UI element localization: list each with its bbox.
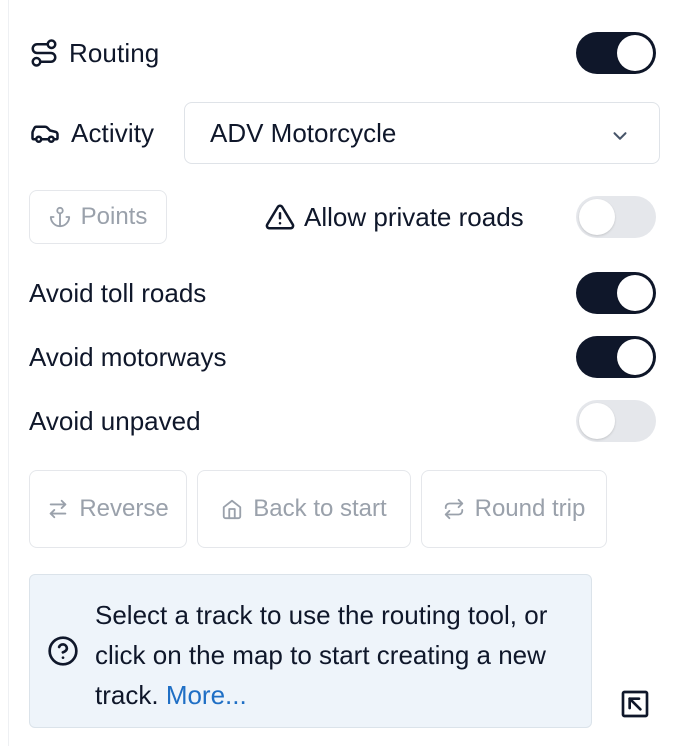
points-button[interactable]: Points <box>29 190 167 244</box>
more-link[interactable]: More... <box>166 680 247 710</box>
swap-icon <box>47 498 69 520</box>
activity-select[interactable]: ADV Motorcycle <box>184 102 660 164</box>
avoid-toll-row: Avoid toll roads <box>29 272 656 314</box>
back-to-start-label: Back to start <box>253 495 387 522</box>
reverse-label: Reverse <box>79 495 169 522</box>
back-to-start-button[interactable]: Back to start <box>197 470 411 548</box>
routing-toggle[interactable] <box>576 32 656 74</box>
avoid-toll-toggle[interactable] <box>576 272 656 314</box>
home-icon <box>221 498 243 520</box>
routing-row: Routing <box>29 32 656 74</box>
activity-label: Activity <box>71 117 155 148</box>
avoid-motorways-toggle[interactable] <box>576 336 656 378</box>
chevron-down-icon <box>609 123 631 154</box>
round-trip-label: Round trip <box>474 495 586 522</box>
avoid-unpaved-toggle[interactable] <box>576 400 656 442</box>
collapse-arrow-icon[interactable] <box>619 688 651 720</box>
allow-private-toggle[interactable] <box>576 196 656 238</box>
allow-private-label: Allow private roads <box>304 201 524 232</box>
info-text-block: Select a track to use the routing tool, … <box>95 595 585 715</box>
allow-private-row: Allow private roads <box>265 196 524 238</box>
reverse-button[interactable]: Reverse <box>29 470 187 548</box>
route-icon <box>29 38 59 68</box>
avoid-unpaved-label: Avoid unpaved <box>29 405 201 436</box>
help-circle-icon <box>47 635 79 667</box>
avoid-toll-label: Avoid toll roads <box>29 277 207 308</box>
activity-selected-value: ADV Motorcycle <box>210 117 397 148</box>
avoid-motorways-label: Avoid motorways <box>29 341 227 372</box>
avoid-motorways-row: Avoid motorways <box>29 336 656 378</box>
points-label: Points <box>80 203 148 230</box>
warning-icon <box>265 202 295 232</box>
info-text: Select a track to use the routing tool, … <box>95 600 548 710</box>
routing-panel: Routing Activity ADV Motorcycle Points A… <box>8 0 678 746</box>
car-icon <box>29 118 61 148</box>
avoid-unpaved-row: Avoid unpaved <box>29 400 656 442</box>
anchor-icon <box>49 206 71 228</box>
repeat-icon <box>443 498 465 520</box>
info-box: Select a track to use the routing tool, … <box>29 574 592 728</box>
round-trip-button[interactable]: Round trip <box>421 470 607 548</box>
routing-label: Routing <box>69 37 160 68</box>
